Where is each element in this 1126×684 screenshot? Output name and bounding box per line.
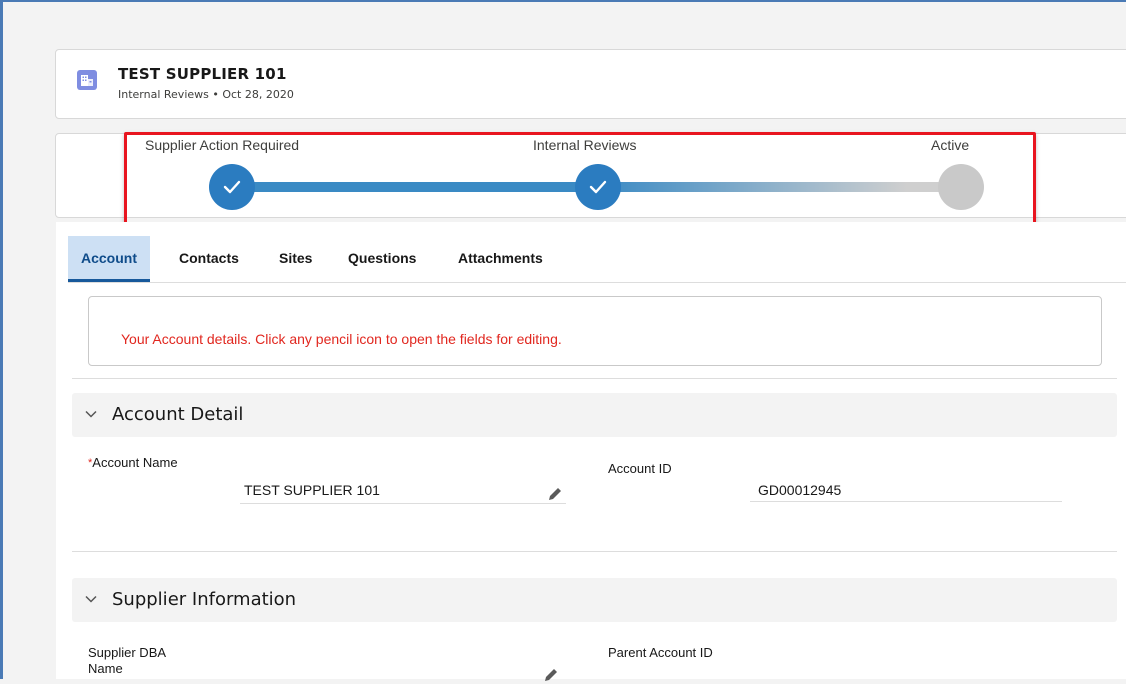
account-name-value: TEST SUPPLIER 101 <box>244 482 380 498</box>
tab-attachments[interactable]: Attachments <box>458 236 543 280</box>
pencil-icon[interactable] <box>542 666 560 684</box>
record-title: TEST SUPPLIER 101 <box>118 65 287 83</box>
section-title-supplier-information: Supplier Information <box>112 589 297 610</box>
record-header: TEST SUPPLIER 101 Internal Reviews • Oct… <box>55 49 1126 119</box>
chevron-down-icon <box>85 410 97 418</box>
info-message: Your Account details. Click any pencil i… <box>121 331 562 347</box>
window-left-border <box>0 0 3 679</box>
parent-account-id-label: Parent Account ID <box>608 645 713 660</box>
building-icon <box>77 70 97 90</box>
account-id-label: Account ID <box>608 461 672 476</box>
tab-contacts[interactable]: Contacts <box>179 236 239 280</box>
tab-bar: Account Contacts Sites Questions Attachm… <box>68 236 1126 283</box>
account-name-label: *Account Name <box>88 455 178 470</box>
tab-questions[interactable]: Questions <box>348 236 416 280</box>
field-underline <box>750 501 1062 502</box>
info-message-box: Your Account details. Click any pencil i… <box>88 296 1102 366</box>
record-subtitle: Internal Reviews • Oct 28, 2020 <box>118 88 294 101</box>
tab-sites[interactable]: Sites <box>279 236 312 280</box>
account-id-value: GD00012945 <box>758 482 842 498</box>
window-top-border <box>0 0 1126 2</box>
annotation-highlight-box <box>124 132 1036 225</box>
pencil-icon[interactable] <box>546 485 564 503</box>
chevron-down-icon <box>85 595 97 603</box>
section-title-account-detail: Account Detail <box>112 404 244 425</box>
section-header-supplier-information[interactable]: Supplier Information <box>72 578 1117 622</box>
field-underline <box>240 503 566 504</box>
divider <box>72 551 1117 552</box>
tab-account[interactable]: Account <box>68 236 150 282</box>
supplier-dba-name-label: Supplier DBA Name <box>88 645 167 676</box>
divider <box>72 378 1117 379</box>
section-header-account-detail[interactable]: Account Detail <box>72 393 1117 437</box>
